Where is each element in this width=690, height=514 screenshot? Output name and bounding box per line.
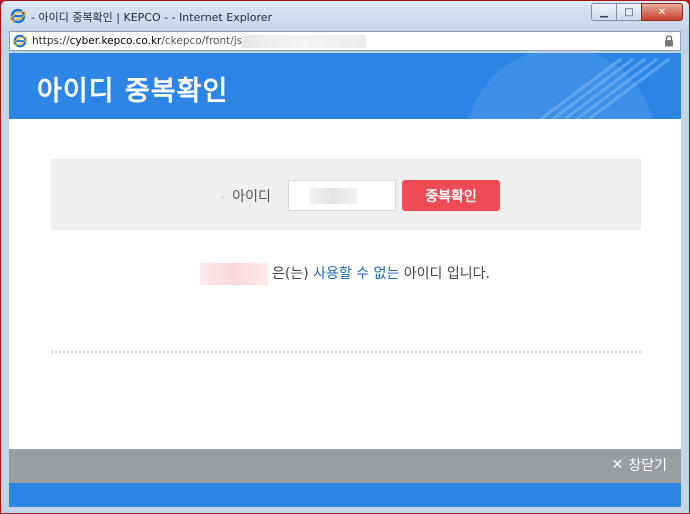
id-input[interactable] <box>288 180 396 211</box>
id-field-label: · 아이디 <box>221 186 271 206</box>
header-decoration <box>469 53 670 119</box>
popup-header: 아이디 중복확인 <box>9 53 681 119</box>
page-title: 아이디 중복확인 <box>37 76 229 107</box>
popup-footer: ✕ 창닫기 <box>9 449 681 483</box>
window-title: - 아이디 중복확인 | KEPCO - - Internet Explorer <box>31 11 273 24</box>
id-label-text: 아이디 <box>232 189 271 205</box>
title-bar[interactable]: - 아이디 중복확인 | KEPCO - - Internet Explorer… <box>1 1 689 31</box>
minimize-button[interactable]: ▁ <box>591 3 617 21</box>
url-host: cyber.kepco.co.kr <box>69 35 162 47</box>
url-scheme: https:// <box>32 35 70 47</box>
id-check-form: · 아이디 중복확인 <box>51 159 641 230</box>
close-window-button[interactable]: ✕ <box>641 3 683 21</box>
dotted-divider <box>51 351 641 353</box>
address-bar[interactable]: https://cyber.kepco.co.kr/ckepco/front/j… <box>9 31 681 51</box>
bottom-accent-bar <box>9 483 681 507</box>
popup-content: 아이디 중복확인 · 아이디 중복확인 은(는) 사용할 수 없는 아이디 입니… <box>9 53 681 507</box>
maximize-button[interactable]: □ <box>616 3 642 21</box>
window-controls: ▁ □ ✕ <box>591 3 683 21</box>
browser-window: - 아이디 중복확인 | KEPCO - - Internet Explorer… <box>0 0 690 514</box>
url-redacted-region <box>242 35 366 48</box>
close-icon: ✕ <box>611 457 624 473</box>
result-highlight: 사용할 수 없는 <box>313 266 400 282</box>
duplicate-check-button[interactable]: 중복확인 <box>402 180 500 211</box>
close-popup-label: 창닫기 <box>628 458 667 474</box>
url-text: https://cyber.kepco.co.kr/ckepco/front/j… <box>32 35 249 47</box>
result-message: 은(는) 사용할 수 없는 아이디 입니다. <box>9 263 681 285</box>
result-suffix: 은(는) <box>272 266 309 282</box>
internet-explorer-icon <box>13 34 27 48</box>
result-id-redacted <box>200 263 269 285</box>
lock-icon <box>665 35 673 47</box>
url-path: /ckepco/front/jsp <box>161 35 249 47</box>
id-input-redacted-value <box>309 188 357 204</box>
internet-explorer-icon <box>10 8 26 24</box>
close-popup-button[interactable]: ✕ 창닫기 <box>612 455 667 475</box>
result-tail: 아이디 입니다. <box>403 266 490 282</box>
bullet: · <box>221 193 225 204</box>
